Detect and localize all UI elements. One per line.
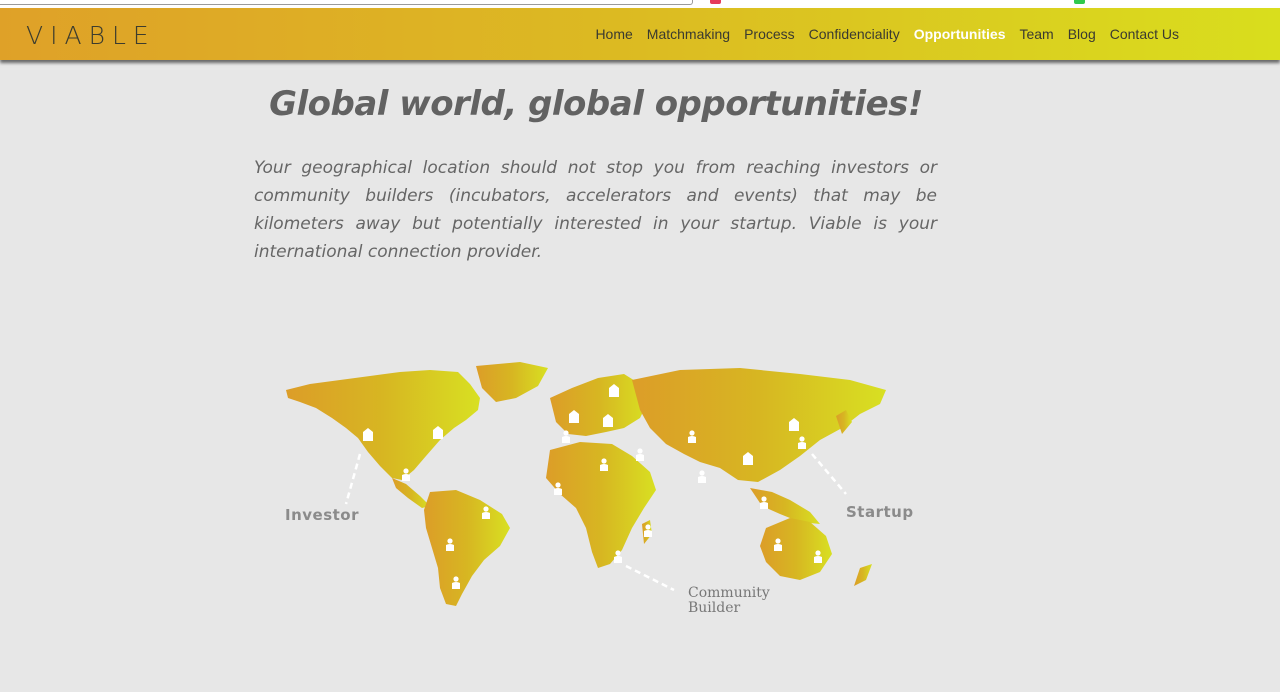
nav-process[interactable]: Process <box>744 26 795 42</box>
nav-home[interactable]: Home <box>595 26 632 42</box>
community-builder-label: Community Builder <box>688 586 770 616</box>
community-label-line2: Builder <box>688 600 741 616</box>
red-indicator-icon <box>710 0 721 4</box>
browser-tab-outline <box>0 0 693 5</box>
nav-contact-us[interactable]: Contact Us <box>1110 26 1179 42</box>
main-nav: Home Matchmaking Process Confidenciality… <box>595 26 1179 42</box>
startup-connector <box>811 453 847 495</box>
nav-blog[interactable]: Blog <box>1068 26 1096 42</box>
community-connector <box>625 564 675 592</box>
world-map: Investor Startup Community Builder <box>280 358 920 618</box>
intro-paragraph: Your geographical location should not st… <box>254 158 937 262</box>
viable-logo[interactable]: VIABLE <box>26 23 156 49</box>
browser-chrome-strip <box>0 0 1280 8</box>
community-label-line1: Community <box>688 585 770 601</box>
nav-confidenciality[interactable]: Confidenciality <box>809 26 900 42</box>
investor-connector <box>344 453 362 505</box>
south-america-shape <box>424 490 510 606</box>
nav-matchmaking[interactable]: Matchmaking <box>647 26 730 42</box>
startup-label: Startup <box>846 503 914 521</box>
central-america-shape <box>392 478 430 508</box>
investor-label: Investor <box>285 506 360 524</box>
australia-shape <box>760 518 832 580</box>
top-navbar: VIABLE Home Matchmaking Process Confiden… <box>0 8 1280 60</box>
world-map-graphic <box>286 362 886 606</box>
greenland-shape <box>476 362 548 402</box>
green-indicator-icon <box>1074 0 1085 4</box>
page-headline: Global world, global opportunities! <box>269 84 923 124</box>
nav-team[interactable]: Team <box>1019 26 1053 42</box>
nav-opportunities[interactable]: Opportunities <box>914 26 1006 42</box>
new-zealand-shape <box>854 564 872 586</box>
north-america-shape <box>286 370 480 480</box>
